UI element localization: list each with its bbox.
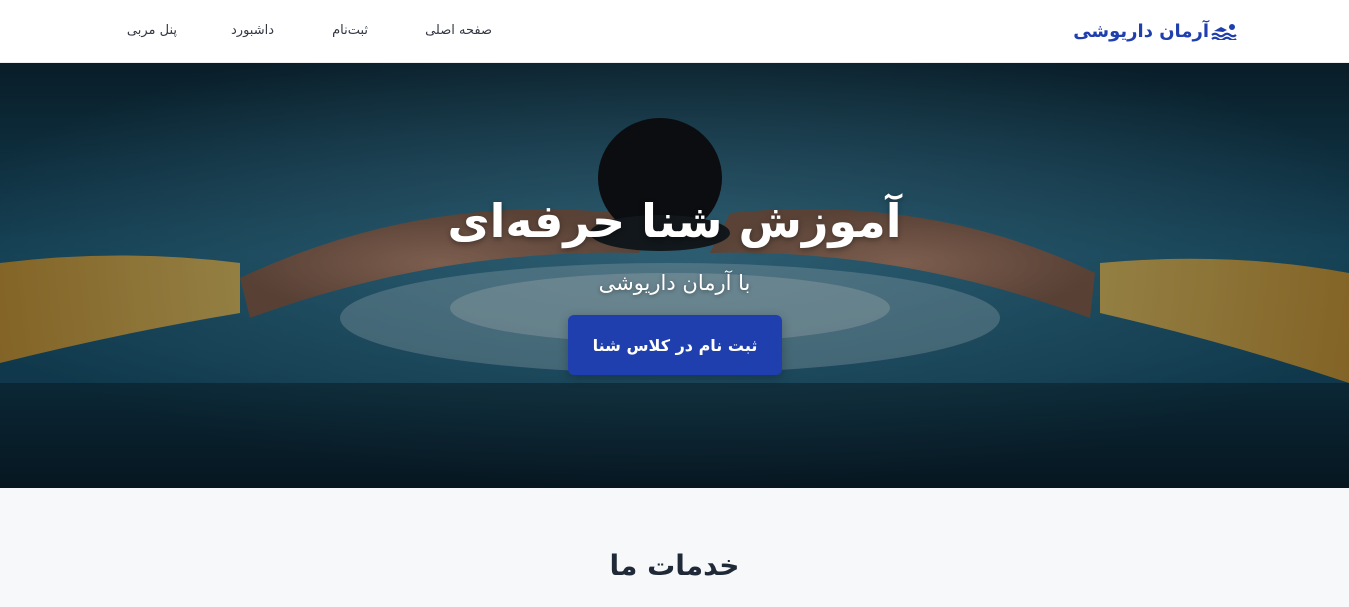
- swimmer-icon: [1211, 24, 1237, 40]
- hero-section: آموزش شنا حرفه‌ای با آرمان داریوشی ثبت ن…: [0, 63, 1349, 488]
- services-title: خدمات ما: [609, 549, 740, 582]
- nav-link-coach-panel[interactable]: پنل مربی: [127, 20, 177, 42]
- services-section: خدمات ما: [0, 488, 1349, 607]
- nav-link-home[interactable]: صفحه اصلی: [425, 20, 492, 42]
- register-class-button[interactable]: ثبت نام در کلاس شنا: [568, 315, 782, 375]
- navbar: آرمان داریوشی صفحه اصلی ثبت‌نام داشبورد …: [0, 0, 1349, 63]
- nav-link-register[interactable]: ثبت‌نام: [332, 20, 368, 42]
- nav-link-dashboard[interactable]: داشبورد: [231, 20, 274, 42]
- brand-logo-link[interactable]: آرمان داریوشی: [1073, 17, 1237, 45]
- brand-name: آرمان داریوشی: [1073, 20, 1209, 42]
- hero-title: آموزش شنا حرفه‌ای: [447, 194, 902, 248]
- hero-subtitle: با آرمان داریوشی: [598, 271, 751, 295]
